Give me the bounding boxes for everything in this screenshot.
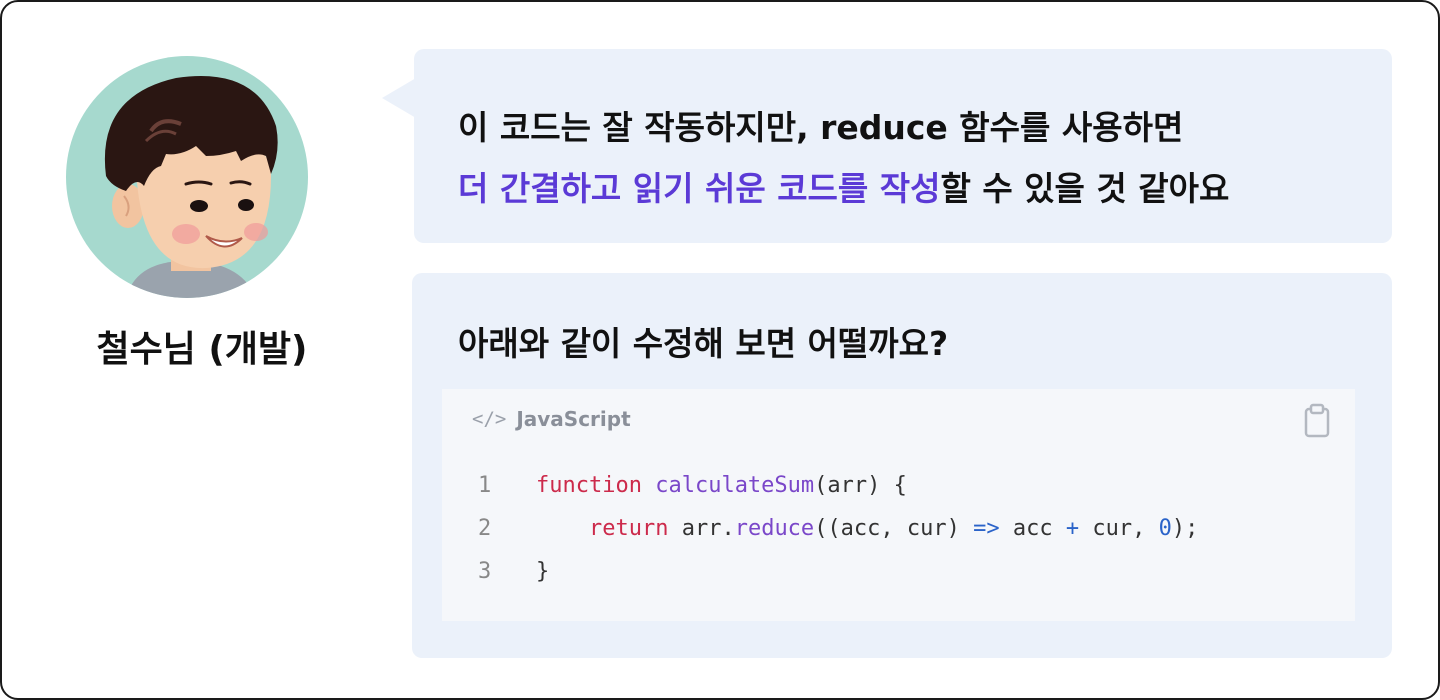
user-name: 철수님 (개발) [96,329,308,370]
clipboard-icon [1304,403,1330,438]
line-number: 2 [478,516,492,541]
message-line-2-rest: 할 수 있을 것 같아요 [940,169,1230,208]
code-line: 1 function calculateSum(arr) { [472,473,1198,516]
code-token: cur, [1079,516,1159,541]
boy-avatar-illustration [104,76,278,298]
code-token: acc [999,516,1066,541]
code-token: 0 [1158,516,1172,541]
code-text: function calculateSum(arr) { [536,473,907,516]
code-token: } [536,559,550,584]
code-token: + [1065,516,1080,541]
code-language: JavaScript [516,407,631,431]
code-line: 2 return arr.reduce((acc, cur) => acc + … [472,516,1198,559]
code-header: </> JavaScript [472,407,631,431]
suggestion-card: 아래와 같이 수정해 보면 어떨까요? </> JavaScript 1 func… [412,273,1392,658]
code-token: reduce [734,516,815,541]
line-number: 1 [478,473,492,498]
code-text: } [536,559,549,602]
message-line-2: 더 간결하고 읽기 쉬운 코드를 작성할 수 있을 것 같아요 [458,162,1229,210]
chat-frame: 철수님 (개발) 이 코드는 잘 작동하지만, reduce 함수를 사용하면 … [0,0,1440,700]
code-token: ); [1171,516,1199,541]
code-token: (arr) { [814,473,907,498]
code-token: calculateSum [655,473,815,498]
code-token: return [588,516,669,541]
suggestion-title: 아래와 같이 수정해 보면 어떨까요? [458,324,949,363]
line-number: 3 [478,559,492,584]
code-token: => [973,516,1000,541]
code-lines: 1 function calculateSum(arr) {2 return ar… [472,473,1198,602]
message-line-1: 이 코드는 잘 작동하지만, reduce 함수를 사용하면 [458,108,1184,147]
code-token: ((acc, cur) [814,516,974,541]
code-token: arr. [668,516,735,541]
message-bubble: 이 코드는 잘 작동하지만, reduce 함수를 사용하면 더 간결하고 읽기… [414,49,1392,243]
speech-bubble-tail [382,78,416,118]
avatar [66,56,308,298]
code-text: return arr.reduce((acc, cur) => acc + cu… [536,516,1198,559]
copy-button[interactable] [1301,403,1333,439]
code-block: </> JavaScript 1 function calculateSum(ar… [442,389,1355,621]
message-highlight: 더 간결하고 읽기 쉬운 코드를 작성 [458,169,941,208]
code-line: 3} [472,559,1198,602]
code-token: function [536,473,642,498]
code-icon: </> [472,408,507,430]
